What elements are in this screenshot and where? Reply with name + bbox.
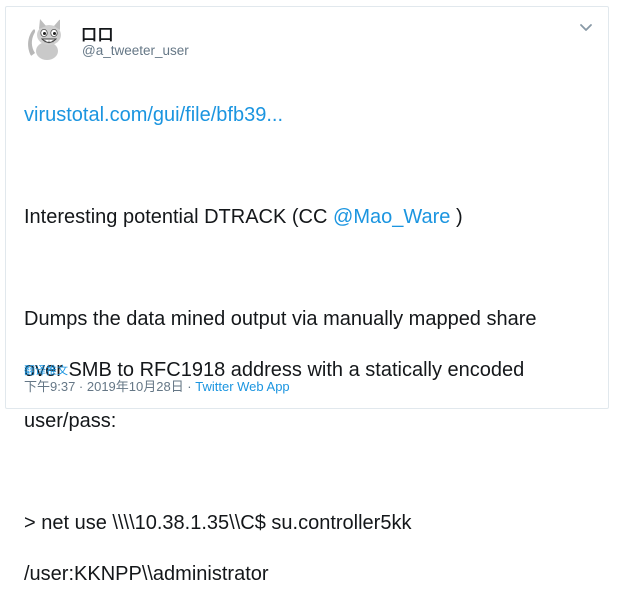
tweet-line: user/pass: <box>24 409 117 432</box>
tweet-line: > net use \\\\10.38.1.35\\C$ su.controll… <box>24 511 412 534</box>
user-handle[interactable]: @a_tweeter_user <box>82 43 189 58</box>
tweet-line: Dumps the data mined output via manually… <box>24 307 537 330</box>
tweet-text: virustotal.com/gui/file/bfb39... Interes… <box>24 77 594 613</box>
tweet-link[interactable]: virustotal.com/gui/file/bfb39... <box>24 104 283 126</box>
tweet-metadata: 下午9:37 · 2019年10月28日 · Twitter Web App <box>24 376 290 395</box>
tweet-text-segment: Interesting potential DTRACK (CC <box>24 205 334 228</box>
tweet-line: Interesting potential DTRACK (CC @Mao_Wa… <box>24 205 594 231</box>
tweet-line: /user:KKNPP\\administrator <box>24 562 269 585</box>
chevron-down-icon <box>580 24 592 31</box>
avatar[interactable] <box>24 16 70 62</box>
tweet-menu-button[interactable] <box>578 21 594 33</box>
tweet-card: 口口 @a_tweeter_user virustotal.com/gui/fi… <box>5 6 609 585</box>
display-name[interactable]: 口口 <box>81 21 114 45</box>
tweet-text-segment: ) <box>450 205 463 228</box>
tweet-timestamp[interactable]: 下午9:37 · 2019年10月28日 · <box>24 379 195 394</box>
mention-link[interactable]: @Mao_Ware <box>333 206 450 228</box>
cat-avatar-icon <box>28 19 61 60</box>
tweet-source-link[interactable]: Twitter Web App <box>195 379 289 394</box>
